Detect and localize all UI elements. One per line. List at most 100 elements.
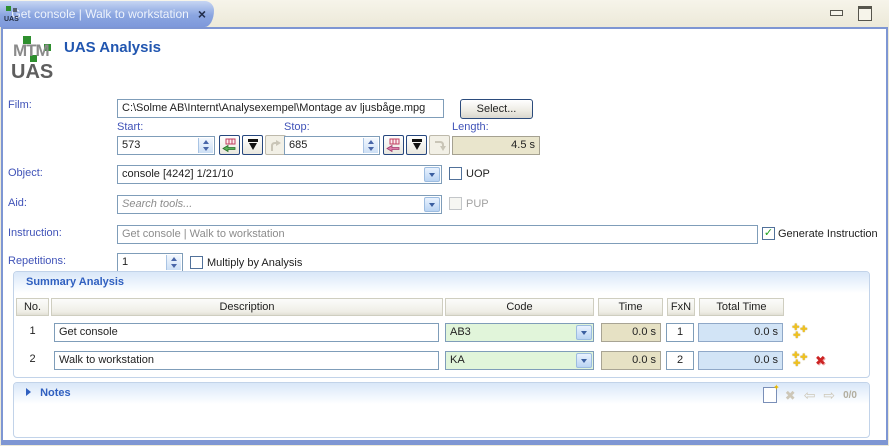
logo-pixel: [6, 6, 11, 11]
fxn-input[interactable]: 2: [666, 351, 694, 370]
film-label: Film:: [8, 99, 32, 111]
go-to-start-marker-button[interactable]: [242, 135, 263, 155]
summary-analysis-panel: Summary Analysis No. Description Code Ti…: [13, 271, 870, 378]
add-rows-icon[interactable]: ✚ ✚ ✚: [792, 324, 809, 341]
code-combo[interactable]: AB3: [445, 323, 594, 342]
spin-down-icon[interactable]: [364, 146, 378, 154]
object-dropdown-button[interactable]: [424, 167, 440, 182]
tab-icon-text: UAS: [4, 16, 19, 23]
set-start-from-frame-button[interactable]: [219, 135, 240, 155]
code-dropdown-button[interactable]: [576, 325, 592, 340]
jump-stop-button-disabled: [429, 135, 450, 155]
multiply-by-analysis-checkbox[interactable]: [190, 256, 203, 269]
logo-uas-text: UAS: [11, 61, 53, 84]
spin-up-icon[interactable]: [167, 255, 181, 263]
tab-strip: UAS Get console | Walk to workstation ×: [0, 0, 889, 28]
repetitions-spinner-buttons[interactable]: [166, 255, 181, 270]
marker-triangle-icon: [246, 138, 260, 152]
spin-down-icon[interactable]: [167, 263, 181, 271]
uas-tab-icon: UAS: [4, 5, 6, 23]
frame-green-arrow-icon: [222, 138, 237, 153]
repetitions-label: Repetitions:: [8, 255, 66, 267]
code-value: AB3: [450, 326, 471, 338]
start-spinner-buttons[interactable]: [198, 138, 213, 153]
summary-analysis-title: Summary Analysis: [26, 276, 124, 288]
add-rows-icon[interactable]: ✚ ✚ ✚: [792, 352, 809, 369]
notes-header[interactable]: Notes ✦ ✖ ⇦ ⇨ 0/0: [14, 383, 869, 404]
instruction-label: Instruction:: [8, 227, 62, 239]
repetitions-spinner[interactable]: 1: [117, 253, 183, 272]
bent-arrow-down-icon: [432, 138, 447, 153]
description-input[interactable]: Get console: [54, 323, 439, 342]
minimize-view-icon[interactable]: [830, 10, 843, 16]
plus-glyph: ✚: [793, 331, 801, 340]
spin-up-icon[interactable]: [199, 138, 213, 146]
row-number: 1: [16, 325, 49, 337]
next-note-icon-disabled: ⇨: [823, 389, 835, 402]
plus-glyph: ✚: [793, 359, 801, 368]
table-row: 2 Walk to workstation KA 0.0 s 2 0.0 s ✚…: [14, 348, 869, 375]
frame-pink-arrow-icon: [386, 138, 401, 153]
start-frame-value: 573: [122, 139, 140, 151]
bent-arrow-up-icon: [268, 138, 283, 153]
object-label: Object:: [8, 167, 43, 179]
generate-instruction-label: Generate Instruction: [778, 228, 878, 240]
delete-row-icon[interactable]: ✖: [815, 354, 826, 367]
generate-instruction-checkbox[interactable]: ✓: [762, 227, 775, 240]
stop-label: Stop:: [284, 121, 310, 133]
notes-title: Notes: [40, 387, 71, 399]
select-film-button[interactable]: Select...: [460, 99, 533, 119]
new-note-icon[interactable]: ✦: [763, 387, 777, 403]
instruction-field[interactable]: Get console | Walk to workstation: [117, 225, 758, 244]
description-input[interactable]: Walk to workstation: [54, 351, 439, 370]
length-field: 4.5 s: [452, 136, 540, 155]
fxn-input[interactable]: 1: [666, 323, 694, 342]
notes-toolbar: ✦ ✖ ⇦ ⇨ 0/0: [763, 387, 857, 403]
jump-start-button-disabled: [265, 135, 286, 155]
chevron-down-icon: [581, 331, 587, 335]
spin-up-icon[interactable]: [364, 138, 378, 146]
code-dropdown-button[interactable]: [576, 353, 592, 368]
stop-frame-value: 685: [289, 139, 307, 151]
start-frame-spinner[interactable]: 573: [117, 136, 215, 155]
stop-frame-spinner[interactable]: 685: [284, 136, 380, 155]
object-combo[interactable]: console [4242] 1/21/10: [117, 165, 442, 184]
multiply-by-analysis-label: Multiply by Analysis: [207, 257, 302, 269]
note-counter: 0/0: [843, 390, 857, 401]
logo-mtm-text: MTM: [13, 41, 49, 61]
code-value: KA: [450, 354, 465, 366]
row-number: 2: [16, 353, 49, 365]
view-frame: MTM UAS UAS Analysis Film: C:\Solme AB\I…: [1, 27, 888, 445]
column-header-code: Code: [445, 298, 594, 316]
pup-label: PUP: [466, 198, 489, 210]
tab-title: Get console | Walk to workstation: [11, 7, 188, 21]
go-to-stop-marker-button[interactable]: [406, 135, 427, 155]
code-combo[interactable]: KA: [445, 351, 594, 370]
aid-label: Aid:: [8, 197, 27, 209]
stop-spinner-buttons[interactable]: [363, 138, 378, 153]
length-label: Length:: [452, 121, 489, 133]
maximize-view-icon[interactable]: [858, 6, 872, 21]
film-path-input[interactable]: C:\Solme AB\Internt\Analysexempel\Montag…: [117, 99, 444, 118]
logo-pixel: [13, 8, 17, 12]
tab-close-icon[interactable]: ×: [198, 7, 206, 21]
previous-note-icon-disabled: ⇦: [804, 389, 816, 402]
aid-dropdown-button[interactable]: [424, 197, 440, 212]
mtm-uas-logo: MTM UAS: [11, 35, 63, 85]
summary-analysis-header: Summary Analysis: [14, 272, 869, 293]
notes-panel: Notes ✦ ✖ ⇦ ⇨ 0/0: [13, 382, 870, 438]
plus-glyph: ✚: [800, 325, 808, 334]
aid-combo[interactable]: Search tools...: [117, 195, 442, 214]
set-stop-from-frame-button[interactable]: [383, 135, 404, 155]
uop-label: UOP: [466, 168, 490, 180]
repetitions-value: 1: [122, 256, 128, 268]
delete-note-icon-disabled: ✖: [785, 389, 796, 402]
summary-table-header: No. Description Code Time FxN Total Time: [14, 298, 869, 316]
tab-get-console-walk-to-workstation[interactable]: UAS Get console | Walk to workstation ×: [0, 1, 214, 27]
column-header-no: No.: [16, 298, 49, 316]
aid-placeholder: Search tools...: [122, 198, 192, 210]
plus-glyph: ✚: [800, 353, 808, 362]
expand-arrow-icon[interactable]: [26, 388, 31, 396]
uop-checkbox[interactable]: [449, 167, 462, 180]
spin-down-icon[interactable]: [199, 146, 213, 154]
